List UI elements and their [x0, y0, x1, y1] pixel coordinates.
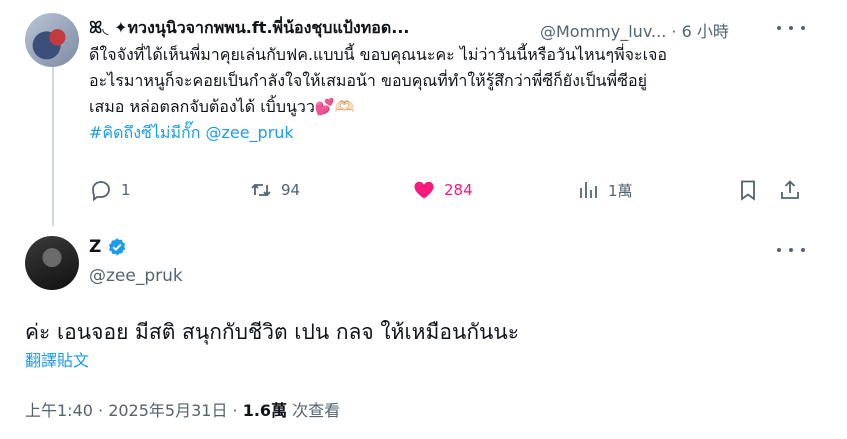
post-body-text: เสมอ หล่อตลกจับต้องได้ เบิ้บนูวว [89, 97, 315, 116]
handle-and-time: @Mommy_luv... · 6 小時 [540, 18, 729, 42]
views-label: 次查看 [287, 401, 341, 420]
share-icon [781, 180, 799, 199]
repost-button[interactable]: 94 [249, 176, 300, 204]
repost-icon [251, 183, 271, 197]
reply-author: Z [89, 237, 127, 257]
reply-text: ค่ะ เอนจอย มีสติ สนุกกับชีวิต เปน กลจ ให… [25, 320, 520, 344]
handle[interactable]: @zee_pruk [89, 266, 183, 286]
more-options-icon[interactable] [777, 240, 805, 260]
post-body: ดีใจจังที่ได้เห็นพี่มาคุยเล่นกับฟค.แบบนี… [89, 42, 809, 146]
emoji-hearts: 💕🫶🏻 [314, 97, 355, 116]
reply-count: 1 [121, 181, 131, 199]
display-name[interactable]: ꕤ◟ ✦ทวงนุนิวจากพพน.ft.พี่น้องชุบแป้งทอด.… [89, 16, 509, 41]
post-body-line: อะไรมาหนูก็จะคอยเป็นกำลังใจให้เสมอน้า ขอ… [89, 71, 647, 90]
avatar[interactable] [25, 236, 79, 290]
views-count: 1.6萬 [242, 401, 288, 420]
post-body-line: ดีใจจังที่ได้เห็นพี่มาคุยเล่นกับฟค.แบบนี… [89, 45, 668, 64]
repost-count: 94 [281, 181, 301, 199]
post-time[interactable]: 6 小時 [682, 22, 729, 41]
post-actions: 1 94 284 1萬 [89, 176, 809, 204]
avatar[interactable] [25, 13, 79, 67]
post-metadata: 上午1:40 · 2025年5月31日 · 1.6萬 次查看 [25, 397, 340, 421]
bookmark-icon [741, 180, 755, 201]
share-button[interactable] [778, 176, 802, 204]
views-button[interactable]: 1萬 [576, 176, 633, 204]
post-body-line: เสมอ หล่อตลกจับต้องได้ เบิ้บนูวว💕🫶🏻 [89, 94, 809, 120]
more-options-icon[interactable] [777, 18, 805, 38]
reply-button[interactable]: 1 [89, 176, 131, 204]
like-count: 284 [444, 181, 473, 199]
view-count: 1萬 [608, 181, 633, 200]
like-button[interactable]: 284 [412, 176, 473, 204]
display-name[interactable]: Z [89, 237, 101, 257]
reply-icon [92, 181, 110, 202]
hashtag-mention-line[interactable]: #คิดถึงซีไม่มีกั๊ก @zee_pruk [89, 120, 809, 146]
bookmark-button[interactable] [736, 176, 760, 204]
analytics-icon [580, 182, 597, 198]
translate-post-link[interactable]: 翻譯貼文 [25, 347, 89, 371]
verified-badge-icon[interactable] [107, 237, 127, 257]
separator: · [671, 22, 677, 41]
heart-filled-icon [414, 181, 434, 199]
thread-connector-line [52, 56, 54, 226]
handle[interactable]: @Mommy_luv... [540, 22, 666, 41]
timestamp[interactable]: 上午1:40 · 2025年5月31日 · [25, 401, 243, 420]
